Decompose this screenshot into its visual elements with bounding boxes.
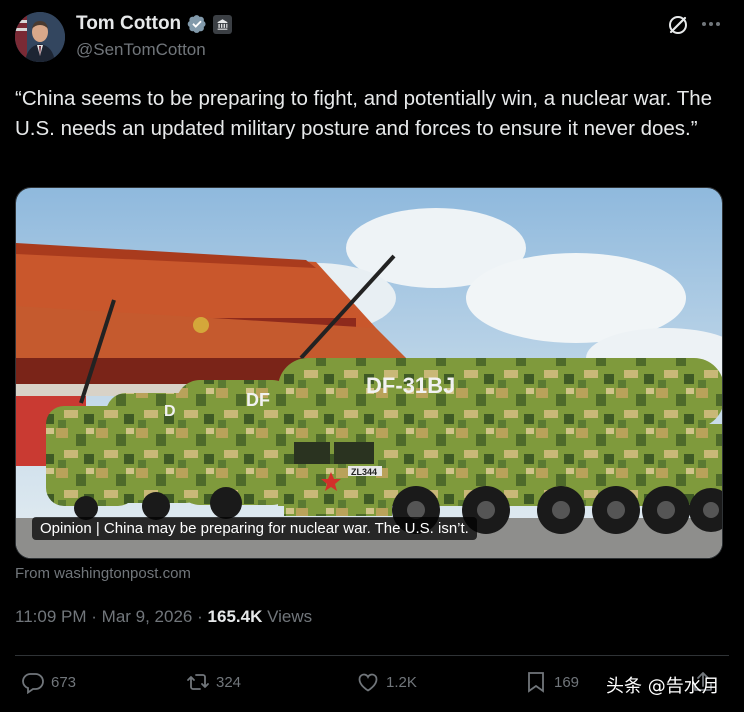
retweet-count: 324 (216, 673, 242, 691)
retweet-button[interactable]: 324 (186, 670, 241, 694)
more-icon[interactable] (699, 12, 723, 36)
tweet-text: “China seems to be preparing to fight, a… (15, 87, 713, 140)
verified-badge-icon[interactable] (187, 14, 207, 34)
like-icon (358, 673, 378, 692)
card-image: DF-31BJ DF D ZL344 (16, 188, 722, 558)
bookmark-icon (528, 672, 544, 693)
missile-marking: DF-31BJ (366, 373, 455, 398)
reply-icon (22, 673, 44, 694)
bookmark-button[interactable]: 169 (524, 670, 579, 694)
bookmark-count: 169 (554, 673, 580, 691)
grok-icon[interactable] (666, 13, 690, 37)
tweet-meta: 11:09 PM · Mar 9, 2026 · 165.4K Views (15, 607, 312, 627)
vehicle-plate: ZL344 (351, 467, 377, 477)
author-name-row: Tom Cotton (76, 13, 233, 35)
government-badge-icon[interactable] (213, 14, 233, 34)
divider (15, 655, 729, 656)
card-source[interactable]: From washingtonpost.com (15, 565, 191, 582)
second-missile-marking: DF (246, 390, 270, 410)
reply-count: 673 (51, 673, 77, 691)
card-title[interactable]: Opinion | China may be preparing for nuc… (32, 517, 477, 540)
avatar[interactable] (15, 12, 65, 62)
tweet-date[interactable]: Mar 9, 2026 (102, 607, 193, 627)
like-button[interactable]: 1.2K (356, 670, 417, 694)
tweet-time[interactable]: 11:09 PM (15, 607, 87, 627)
watermark: 头条 @告水月 (606, 676, 720, 697)
views-label: Views (267, 607, 313, 626)
author-handle[interactable]: @SenTomCotton (76, 40, 206, 60)
author-display-name[interactable]: Tom Cotton (76, 13, 181, 35)
link-card[interactable]: DF-31BJ DF D ZL344 Opinion | China may b… (15, 187, 723, 559)
like-count: 1.2K (386, 673, 417, 691)
reply-button[interactable]: 673 (21, 670, 76, 694)
third-missile-marking: D (164, 403, 176, 420)
views-count: 165.4K (207, 607, 263, 626)
retweet-icon (187, 674, 209, 690)
